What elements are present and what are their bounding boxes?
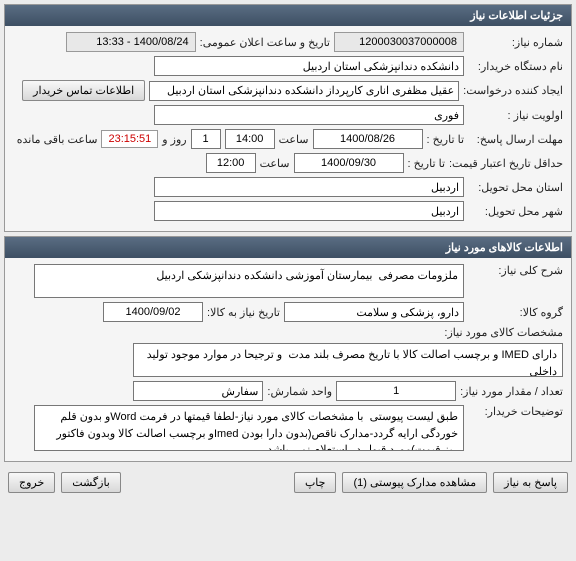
desc-label: شرح کلی نیاز:: [468, 264, 563, 277]
spec-label: مشخصات کالای مورد نیاز:: [444, 326, 563, 339]
price-time-label: ساعت: [260, 157, 290, 170]
unit-label: واحد شمارش:: [267, 385, 332, 398]
notes-field[interactable]: [34, 405, 464, 451]
print-button[interactable]: چاپ: [294, 472, 337, 493]
attachments-button[interactable]: مشاهده مدارک پیوستی (1): [342, 472, 487, 493]
deadline-label: مهلت ارسال پاسخ:: [468, 133, 563, 146]
need-number-label: شماره نیاز:: [468, 36, 563, 49]
need-date-field[interactable]: [103, 302, 203, 322]
need-details-panel: جزئیات اطلاعات نیاز شماره نیاز: 12000300…: [4, 4, 572, 232]
unit-field[interactable]: [133, 381, 263, 401]
remaining-days-label: روز و: [162, 133, 186, 146]
remaining-time-value: 23:15:51: [101, 130, 158, 148]
footer-toolbar: پاسخ به نیاز مشاهده مدارک پیوستی (1) چاپ…: [0, 466, 576, 499]
requester-label: ایجاد کننده درخواست:: [463, 84, 563, 97]
qty-field[interactable]: [336, 381, 456, 401]
contact-buyer-button[interactable]: اطلاعات تماس خریدار: [22, 80, 145, 101]
need-date-label: تاریخ نیاز به کالا:: [207, 306, 280, 319]
reply-button[interactable]: پاسخ به نیاز: [493, 472, 568, 493]
price-to-label: تا تاریخ :: [408, 157, 445, 170]
remaining-days-field: [191, 129, 221, 149]
notes-label: توضیحات خریدار:: [468, 405, 563, 418]
priority-label: اولویت نیاز :: [468, 109, 563, 122]
announce-value: 1400/08/24 - 13:33: [66, 32, 196, 52]
priority-field[interactable]: [154, 105, 464, 125]
group-label: گروه کالا:: [468, 306, 563, 319]
remaining-suffix-label: ساعت باقی مانده: [17, 133, 98, 146]
announce-label: تاریخ و ساعت اعلان عمومی:: [200, 36, 330, 49]
city-label: شهر محل تحویل:: [468, 205, 563, 218]
price-date-field[interactable]: [294, 153, 404, 173]
deadline-time-label: ساعت: [279, 133, 309, 146]
desc-field[interactable]: [34, 264, 464, 298]
back-button[interactable]: بازگشت: [61, 472, 121, 493]
deadline-time-field[interactable]: [225, 129, 275, 149]
exit-button[interactable]: خروج: [8, 472, 55, 493]
price-time-field[interactable]: [206, 153, 256, 173]
goods-info-panel: اطلاعات کالاهای مورد نیاز شرح کلی نیاز: …: [4, 236, 572, 462]
qty-label: تعداد / مقدار مورد نیاز:: [460, 385, 563, 398]
price-validity-label: حداقل تاریخ اعتبار قیمت:: [449, 157, 563, 170]
city-field[interactable]: [154, 201, 464, 221]
province-label: استان محل تحویل:: [468, 181, 563, 194]
province-field[interactable]: [154, 177, 464, 197]
deadline-to-label: تا تاریخ :: [427, 133, 464, 146]
need-details-header: جزئیات اطلاعات نیاز: [5, 5, 571, 26]
buyer-label: نام دستگاه خریدار:: [468, 60, 563, 73]
goods-info-header: اطلاعات کالاهای مورد نیاز: [5, 237, 571, 258]
deadline-date-field[interactable]: [313, 129, 423, 149]
requester-field[interactable]: [149, 81, 459, 101]
buyer-field[interactable]: [154, 56, 464, 76]
group-field[interactable]: [284, 302, 464, 322]
need-number-value: 1200030037000008: [334, 32, 464, 52]
spec-field[interactable]: [133, 343, 563, 377]
